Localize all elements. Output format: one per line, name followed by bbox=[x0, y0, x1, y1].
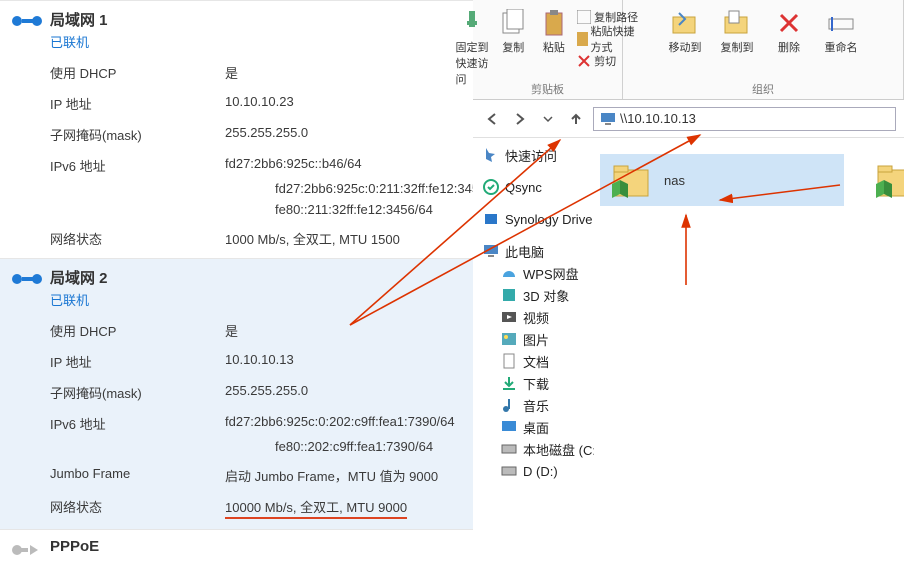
nic-title: 局域网 2 bbox=[50, 267, 465, 288]
label: 使用 DHCP bbox=[50, 321, 225, 340]
tree-downloads[interactable]: 下载 bbox=[483, 372, 590, 394]
value: 1000 Mb/s, 全双工, MTU 1500 bbox=[225, 229, 465, 248]
share-folder-icon bbox=[610, 160, 650, 200]
recent-dropdown-button[interactable] bbox=[537, 108, 559, 130]
up-button[interactable] bbox=[565, 108, 587, 130]
value-ip: 10.10.10.13 bbox=[225, 352, 465, 371]
value: fe80::211:32ff:fe12:3456/64 bbox=[275, 202, 465, 217]
label: 网络状态 bbox=[50, 497, 225, 519]
content-pane[interactable]: nas bbox=[594, 138, 904, 520]
back-button[interactable] bbox=[481, 108, 503, 130]
copy-to-button[interactable]: 复制到 bbox=[714, 7, 760, 55]
label: 子网掩码(mask) bbox=[50, 125, 225, 144]
value: 启动 Jumbo Frame，MTU 值为 9000 bbox=[225, 466, 465, 485]
share-folder-icon bbox=[874, 160, 904, 200]
ethernet-icon bbox=[12, 13, 42, 32]
nic-title: PPPoE bbox=[50, 538, 465, 555]
move-to-button[interactable]: 移动到 bbox=[662, 7, 708, 55]
ethernet-icon bbox=[12, 271, 42, 290]
tree-videos[interactable]: 视频 bbox=[483, 306, 590, 328]
tree-documents[interactable]: 文档 bbox=[483, 350, 590, 372]
value: 10000 Mb/s, 全双工, MTU 9000 bbox=[225, 497, 465, 519]
value: 255.255.255.0 bbox=[225, 383, 465, 402]
label: IPv6 地址 bbox=[50, 156, 225, 175]
nic-status: 已联机 bbox=[50, 32, 465, 51]
nic-lan2[interactable]: 局域网 2 已联机 使用 DHCP是 IP 地址10.10.10.13 子网掩码… bbox=[0, 258, 473, 529]
label: IPv6 地址 bbox=[50, 414, 225, 433]
tree-quick-access[interactable]: 快速访问 bbox=[483, 144, 590, 166]
delete-button[interactable]: 删除 bbox=[766, 7, 812, 55]
label: 使用 DHCP bbox=[50, 63, 225, 82]
value: 255.255.255.0 bbox=[225, 125, 465, 144]
nic-lan1[interactable]: 局域网 1 已联机 使用 DHCP是 IP 地址10.10.10.23 子网掩码… bbox=[0, 0, 473, 258]
tree-disk-c[interactable]: 本地磁盘 (C:) bbox=[483, 438, 590, 460]
tree-synology-drive[interactable]: Synology Drive bbox=[483, 208, 590, 230]
forward-button[interactable] bbox=[509, 108, 531, 130]
tree-wps[interactable]: WPS网盘 bbox=[483, 262, 590, 284]
nav-tree: 快速访问 Qsync Synology Drive 此电脑 WPS网盘 3D 对… bbox=[473, 138, 594, 520]
value: fd27:2bb6:925c:0:211:32ff:fe12:3456/64 bbox=[275, 181, 465, 196]
value: 是 bbox=[225, 321, 465, 340]
copy-button[interactable]: 复制 bbox=[496, 7, 531, 55]
pin-to-quick-button[interactable]: 固定到快速访问 bbox=[456, 7, 491, 87]
rename-button[interactable]: 重命名 bbox=[818, 7, 864, 55]
address-bar[interactable]: \\10.10.10.13 bbox=[593, 107, 896, 131]
nic-pppoe[interactable]: PPPoE 未联机 bbox=[0, 529, 473, 585]
tree-3d-objects[interactable]: 3D 对象 bbox=[483, 284, 590, 306]
explorer-window: 固定到快速访问 复制 粘贴 复制路径 粘贴快捷方式 剪切 剪贴板 移动到 复制到… bbox=[473, 0, 904, 520]
group-title: 组织 bbox=[752, 81, 774, 97]
pppoe-icon bbox=[12, 542, 42, 561]
nic-status: 已联机 bbox=[50, 290, 465, 309]
label: IP 地址 bbox=[50, 94, 225, 113]
label: 网络状态 bbox=[50, 229, 225, 248]
label: IP 地址 bbox=[50, 352, 225, 371]
tree-disk-d[interactable]: D (D:) bbox=[483, 460, 590, 482]
value: fe80::202:c9ff:fea1:7390/64 bbox=[275, 439, 465, 454]
value-ip: 10.10.10.23 bbox=[225, 94, 465, 113]
value: fd27:2bb6:925c:0:202:c9ff:fea1:7390/64 bbox=[225, 414, 465, 433]
ribbon: 固定到快速访问 复制 粘贴 复制路径 粘贴快捷方式 剪切 剪贴板 移动到 复制到… bbox=[473, 0, 904, 100]
address-path: \\10.10.10.13 bbox=[620, 111, 696, 126]
tree-desktop[interactable]: 桌面 bbox=[483, 416, 590, 438]
value: 是 bbox=[225, 63, 465, 82]
folder-label: nas bbox=[664, 173, 685, 188]
tree-pictures[interactable]: 图片 bbox=[483, 328, 590, 350]
tree-qsync[interactable]: Qsync bbox=[483, 176, 590, 198]
folder-item[interactable] bbox=[864, 154, 904, 206]
tree-music[interactable]: 音乐 bbox=[483, 394, 590, 416]
nic-title: 局域网 1 bbox=[50, 9, 465, 30]
synology-network-panel: 局域网 1 已联机 使用 DHCP是 IP 地址10.10.10.23 子网掩码… bbox=[0, 0, 473, 520]
tree-this-pc[interactable]: 此电脑 bbox=[483, 240, 590, 262]
label: Jumbo Frame bbox=[50, 466, 225, 485]
navigation-bar: \\10.10.10.13 bbox=[473, 100, 904, 138]
value: fd27:2bb6:925c::b46/64 bbox=[225, 156, 465, 175]
paste-button[interactable]: 粘贴 bbox=[537, 7, 572, 55]
folder-nas[interactable]: nas bbox=[600, 154, 844, 206]
computer-icon bbox=[600, 111, 616, 127]
label: 子网掩码(mask) bbox=[50, 383, 225, 402]
group-title: 剪贴板 bbox=[531, 81, 564, 97]
